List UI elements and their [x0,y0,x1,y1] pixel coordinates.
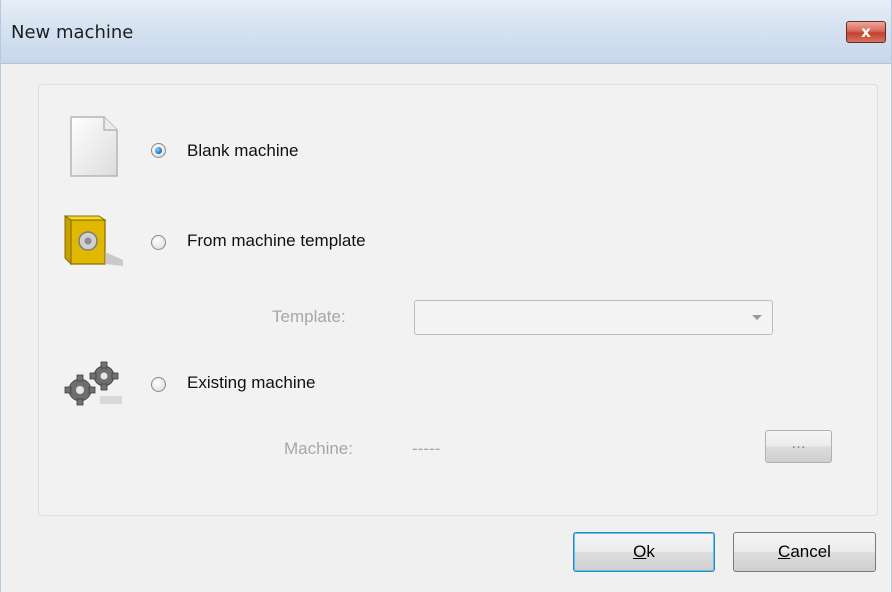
gears-icon [64,361,122,406]
chevron-down-icon [752,315,762,320]
from-template-label[interactable]: From machine template [187,231,366,251]
close-icon: x [861,22,871,41]
blank-machine-label[interactable]: Blank machine [187,141,299,161]
ok-button[interactable]: Ok [573,532,715,572]
cancel-button[interactable]: Cancel [733,532,876,572]
template-box-icon [63,215,123,266]
cancel-accelerator: C [778,542,791,561]
machine-value: ----- [412,439,441,458]
cancel-label-rest: ancel [790,542,831,561]
existing-machine-label[interactable]: Existing machine [187,373,316,393]
template-dropdown[interactable] [414,300,773,335]
machine-label: Machine: [284,439,353,458]
from-template-radio[interactable] [151,235,166,250]
browse-label: ... [791,432,806,452]
ok-label: Ok [633,542,655,562]
window-title: New machine [11,22,134,43]
browse-machine-button[interactable]: ... [765,430,832,463]
ok-label-rest: k [646,542,655,561]
cancel-label: Cancel [778,542,831,562]
blank-document-icon [70,116,118,177]
new-machine-dialog: New machine x Blank machine From machine… [0,0,892,592]
title-bar[interactable]: New machine x [1,0,891,64]
template-label: Template: [272,307,346,326]
ok-accelerator: O [633,542,647,561]
close-button[interactable]: x [846,21,886,43]
blank-machine-radio[interactable] [151,143,166,158]
existing-machine-radio[interactable] [151,377,166,392]
